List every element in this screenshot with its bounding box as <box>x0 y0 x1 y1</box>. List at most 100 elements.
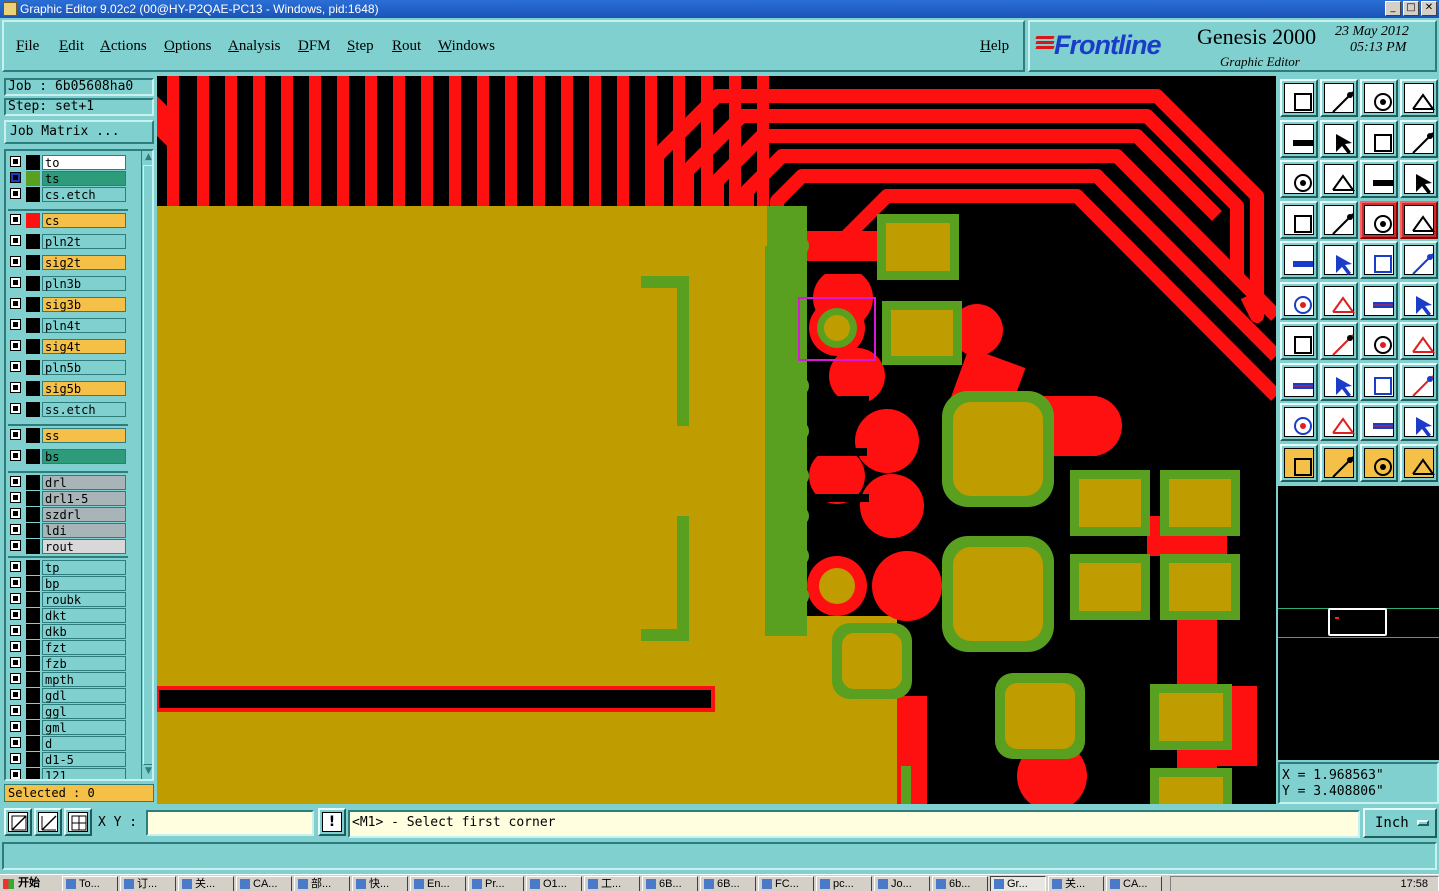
layer-color-swatch[interactable] <box>26 656 40 671</box>
layer-name[interactable]: pln3b <box>42 276 126 291</box>
layer-row-fzb[interactable]: fzb <box>8 656 128 671</box>
layer-color-swatch[interactable] <box>26 768 40 779</box>
layer-name[interactable]: d1-5 <box>42 752 126 767</box>
layer-name[interactable]: sig5b <box>42 381 126 396</box>
layer-checkbox[interactable] <box>10 298 21 309</box>
layer-name[interactable]: dkt <box>42 608 126 623</box>
layer-color-swatch[interactable] <box>26 491 40 506</box>
taskbar-item[interactable]: 6B... <box>642 876 698 891</box>
layer-name[interactable]: bs <box>42 449 126 464</box>
layer-name[interactable]: drl <box>42 475 126 490</box>
layer-checkbox[interactable] <box>10 476 21 487</box>
layer-checkbox[interactable] <box>10 721 21 732</box>
layer-name[interactable]: roubk <box>42 592 126 607</box>
taskbar-item[interactable]: En... <box>410 876 466 891</box>
layer-checkbox[interactable] <box>10 625 21 636</box>
layer-name[interactable]: pln2t <box>42 234 126 249</box>
menu-rout[interactable]: Rout <box>392 38 421 55</box>
overview-map[interactable] <box>1278 486 1439 760</box>
layer-color-swatch[interactable] <box>26 523 40 538</box>
layer-color-swatch[interactable] <box>26 155 40 170</box>
pcb-artwork[interactable] <box>157 76 1276 804</box>
fill-circle-button[interactable] <box>1400 241 1438 279</box>
layer-color-swatch[interactable] <box>26 381 40 396</box>
layer-name[interactable]: szdrl <box>42 507 126 522</box>
undo-button[interactable] <box>1360 119 1398 158</box>
grid-toggle-button[interactable] <box>1320 200 1358 239</box>
taskbar-item[interactable]: 快... <box>352 876 408 891</box>
line-angle-button[interactable] <box>1280 322 1318 360</box>
layer-checkbox[interactable] <box>10 156 21 167</box>
layer-checkbox[interactable] <box>10 172 21 183</box>
layer-checkbox[interactable] <box>10 609 21 620</box>
taskbar-item[interactable]: 订... <box>120 876 176 891</box>
menu-edit[interactable]: Edit <box>59 38 84 55</box>
add-node-button[interactable] <box>1400 281 1438 320</box>
layer-scrollbar[interactable]: ▲ ▼ <box>141 151 152 779</box>
scroll-down-icon[interactable]: ▼ <box>143 765 152 777</box>
xy-input[interactable] <box>146 810 314 836</box>
route-path-button[interactable] <box>1400 443 1438 482</box>
layer-checkbox[interactable] <box>10 705 21 716</box>
redraw-button[interactable] <box>1400 119 1438 158</box>
layer-name[interactable]: 121 <box>42 768 126 779</box>
layers-top-button[interactable] <box>1360 200 1398 239</box>
minimize-button[interactable]: _ <box>1385 1 1401 16</box>
layer-name[interactable]: ldi <box>42 523 126 538</box>
triangle-b-button[interactable] <box>1320 403 1358 441</box>
layer-name[interactable]: mpth <box>42 672 126 687</box>
layer-row-to[interactable]: to <box>8 155 128 170</box>
zoom-in-button[interactable] <box>1280 160 1318 198</box>
layer-color-swatch[interactable] <box>26 449 40 464</box>
taskbar-item[interactable]: Gr... <box>990 876 1046 891</box>
layer-checkbox[interactable] <box>10 540 21 551</box>
menu-step[interactable]: Step <box>347 38 374 55</box>
layer-row-pln4t[interactable]: pln4t <box>8 318 128 333</box>
layer-row-d[interactable]: d <box>8 736 128 751</box>
pointer-edit-button[interactable] <box>1360 443 1398 482</box>
layer-name[interactable]: sig3b <box>42 297 126 312</box>
measure-button[interactable] <box>34 808 62 836</box>
layer-color-swatch[interactable] <box>26 608 40 623</box>
layer-row-pln5b[interactable]: pln5b <box>8 360 128 375</box>
layer-checkbox[interactable] <box>10 769 21 779</box>
layer-checkbox[interactable] <box>10 737 21 748</box>
layers-bottom-button[interactable] <box>1400 200 1438 239</box>
layer-color-swatch[interactable] <box>26 592 40 607</box>
layer-name[interactable]: sig2t <box>42 255 126 270</box>
layer-row-ss-etch[interactable]: ss.etch <box>8 402 128 417</box>
layer-checkbox[interactable] <box>10 277 21 288</box>
select-area-button[interactable] <box>1280 362 1318 401</box>
layer-row-gdl[interactable]: gdl <box>8 688 128 703</box>
pointer-select-button[interactable] <box>1280 443 1318 482</box>
layer-name[interactable]: dkb <box>42 624 126 639</box>
layer-checkbox[interactable] <box>10 689 21 700</box>
pointer-mode-button[interactable] <box>1320 443 1358 482</box>
layer-row-sig5b[interactable]: sig5b <box>8 381 128 396</box>
snap-grid-button[interactable] <box>64 808 92 836</box>
layer-checkbox[interactable] <box>10 492 21 503</box>
overview-view-box[interactable] <box>1328 608 1387 636</box>
layer-row-pln3b[interactable]: pln3b <box>8 276 128 291</box>
layer-name[interactable]: bp <box>42 576 126 591</box>
layer-name[interactable]: pln4t <box>42 318 126 333</box>
layer-checkbox[interactable] <box>10 753 21 764</box>
layer-row-d1-5[interactable]: d1-5 <box>8 752 128 767</box>
layer-color-swatch[interactable] <box>26 360 40 375</box>
layer-color-swatch[interactable] <box>26 539 40 554</box>
taskbar-item[interactable]: Jo... <box>874 876 930 891</box>
layer-row-gml[interactable]: gml <box>8 720 128 735</box>
taskbar-item[interactable]: 工... <box>584 876 640 891</box>
taskbar-item[interactable]: 关... <box>178 876 234 891</box>
taskbar-item[interactable]: To... <box>62 876 118 891</box>
layer-color-swatch[interactable] <box>26 720 40 735</box>
triangle-c-button[interactable] <box>1360 403 1398 441</box>
start-button[interactable]: 开始 <box>0 876 54 891</box>
menu-analysis[interactable]: Analysis <box>228 38 281 55</box>
components-button[interactable] <box>1400 362 1438 401</box>
menu-options[interactable]: Options <box>164 38 212 55</box>
layer-color-swatch[interactable] <box>26 576 40 591</box>
layer-row-dkt[interactable]: dkt <box>8 608 128 623</box>
delete-node-button[interactable] <box>1320 281 1358 320</box>
taskbar-item[interactable]: 部... <box>294 876 350 891</box>
